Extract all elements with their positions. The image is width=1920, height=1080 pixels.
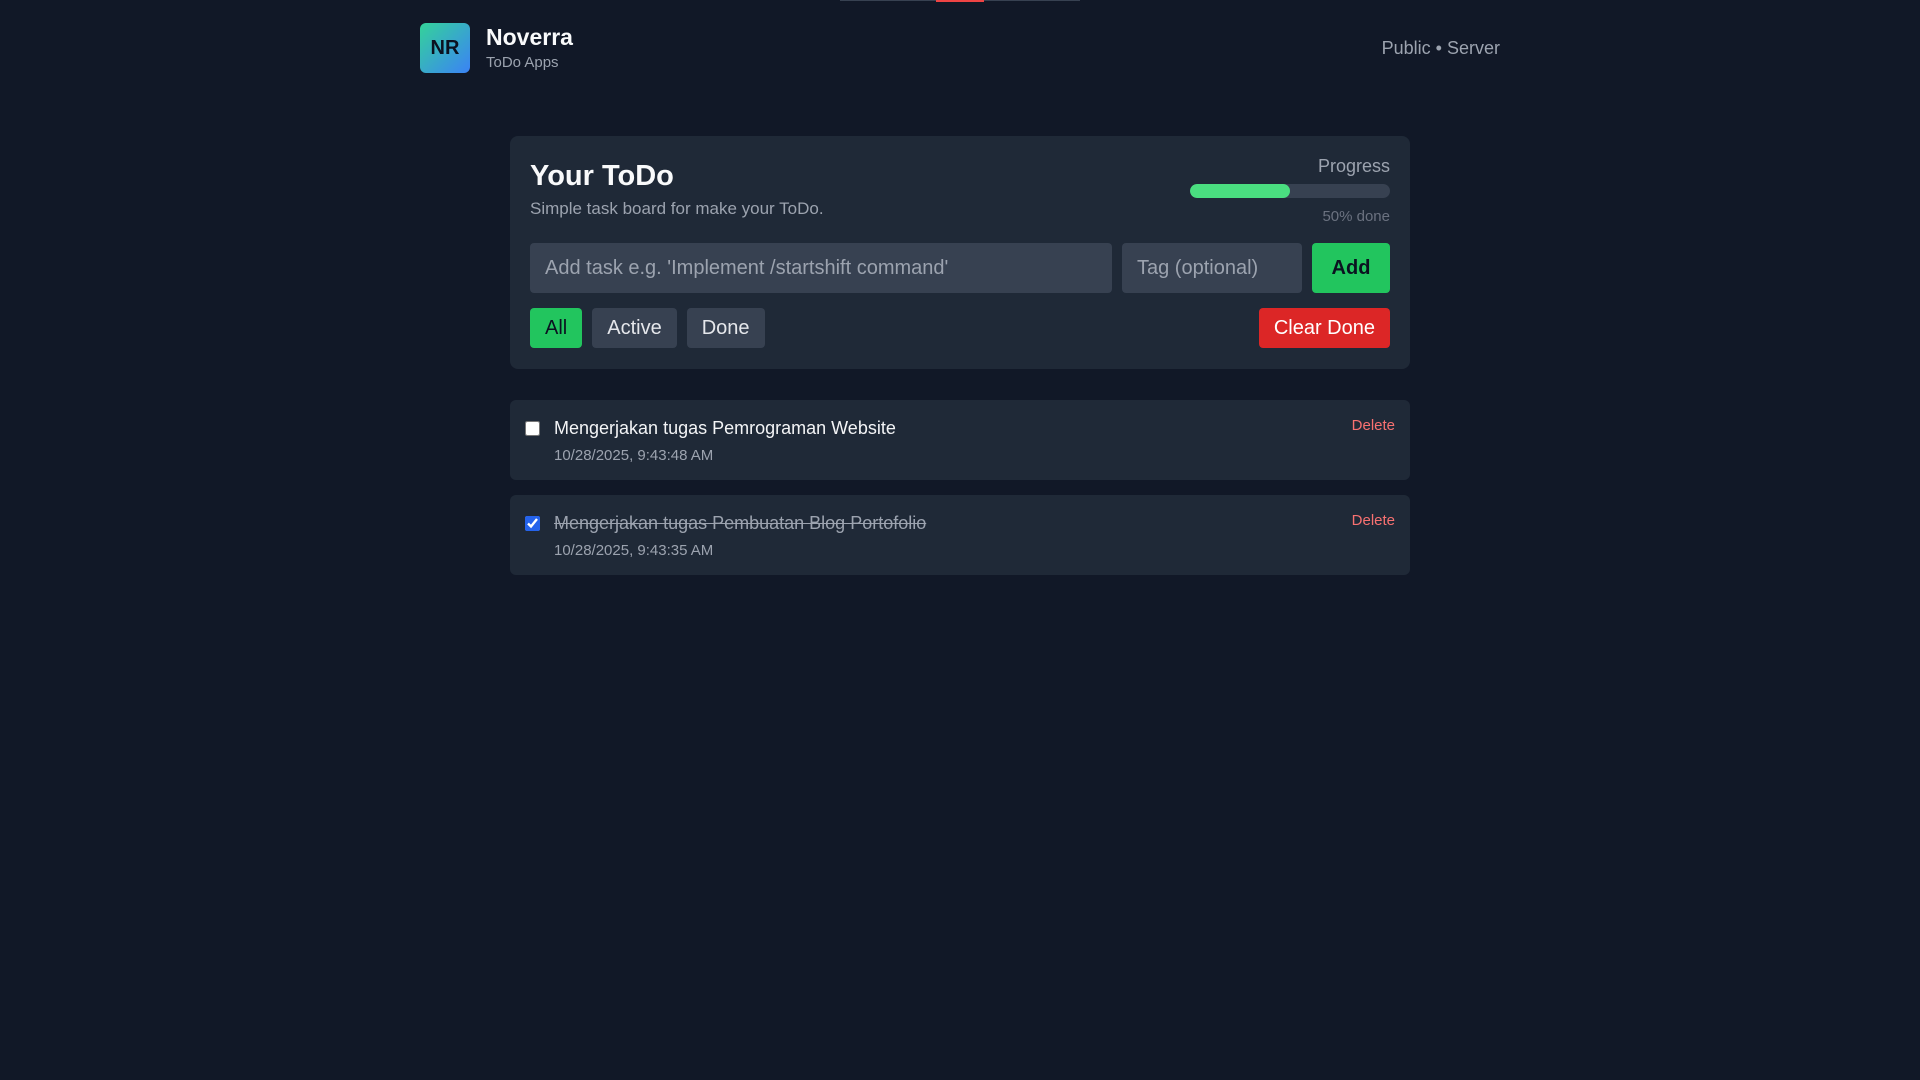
task-item: Mengerjakan tugas Pemrograman Website 10… [510,400,1410,480]
page-subtitle: Simple task board for make your ToDo. [530,199,824,218]
board-heading: Your ToDo Simple task board for make you… [530,156,824,225]
todo-board: Your ToDo Simple task board for make you… [510,136,1410,369]
clear-done-button[interactable]: Clear Done [1258,308,1390,348]
brand-subtitle: ToDo Apps [486,54,559,72]
task-list: Mengerjakan tugas Pemrograman Website 10… [510,400,1410,590]
task-timestamp: 10/28/2025, 9:43:48 AM [554,447,714,464]
brand-name: Noverra [486,23,573,50]
progress-fill [1190,184,1290,198]
progress-text: 50% done [1322,208,1390,225]
task-body: Mengerjakan tugas Pemrograman Website 10… [554,418,896,480]
task-text: Mengerjakan tugas Pembuatan Blog Portofo… [554,513,927,533]
add-button[interactable]: Add [1312,243,1390,293]
task-item: Mengerjakan tugas Pembuatan Blog Portofo… [510,495,1410,575]
visibility-meta: Public • Server [1381,37,1500,58]
task-timestamp: 10/28/2025, 9:43:35 AM [554,542,714,559]
progress-panel: Progress 50% done [1190,156,1390,225]
delete-button[interactable]: Delete [1352,512,1395,529]
brand-text: Noverra ToDo Apps [486,23,573,72]
delete-button[interactable]: Delete [1352,417,1395,434]
top-accent-bar [936,0,984,2]
add-task-row: Add [530,243,1390,293]
task-checkbox[interactable] [525,516,540,531]
page-title: Your ToDo [530,160,674,192]
tag-input[interactable] [1122,243,1302,293]
task-checkbox[interactable] [525,421,540,436]
progress-bar [1190,184,1390,198]
board-header: Your ToDo Simple task board for make you… [530,156,1390,225]
app-header: NR Noverra ToDo Apps Public • Server [420,23,1500,73]
logo-badge: NR [420,23,470,73]
progress-label: Progress [1317,156,1390,176]
task-input[interactable] [530,243,1112,293]
filter-row: All Active Done Clear Done [530,308,1390,348]
task-text: Mengerjakan tugas Pemrograman Website [554,418,896,438]
filter-done-button[interactable]: Done [686,308,765,348]
task-body: Mengerjakan tugas Pembuatan Blog Portofo… [554,513,926,575]
filter-active-button[interactable]: Active [592,308,677,348]
brand[interactable]: NR Noverra ToDo Apps [420,23,573,73]
filter-group: All Active Done [530,308,765,348]
filter-all-button[interactable]: All [530,308,583,348]
